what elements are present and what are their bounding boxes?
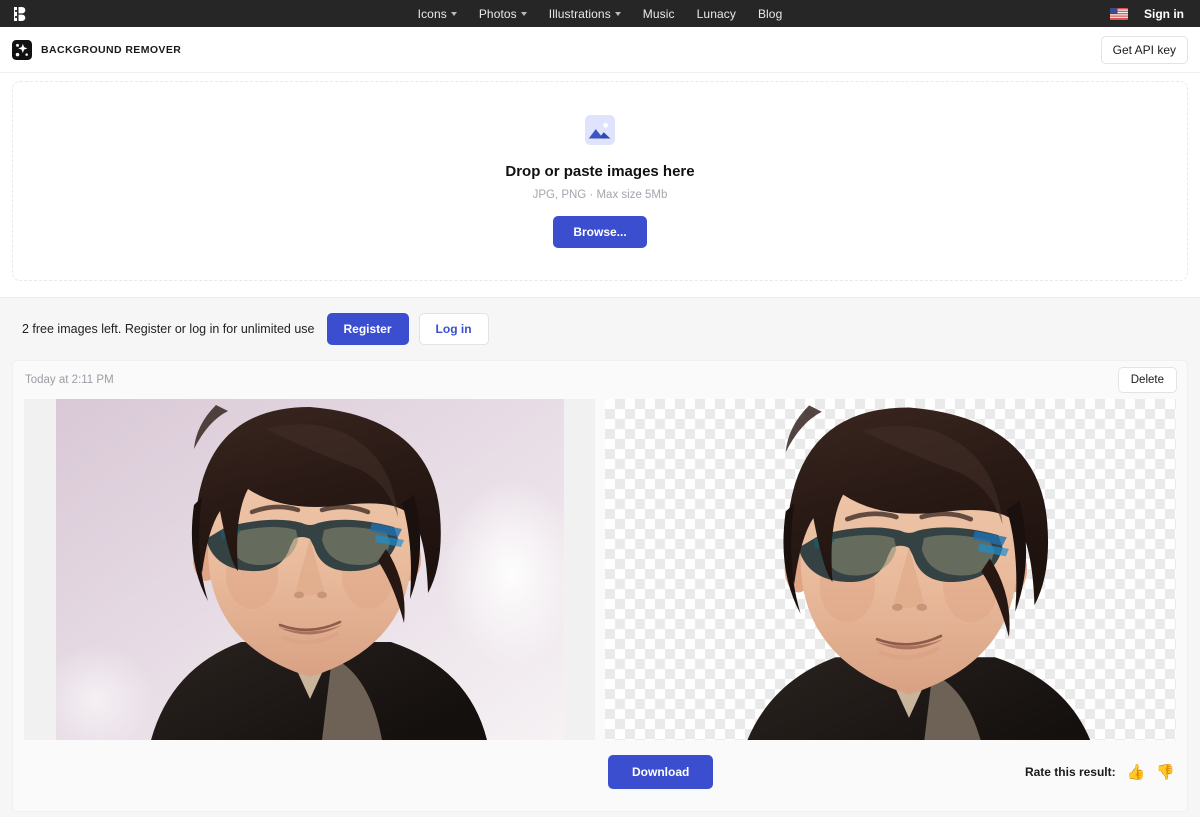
original-image-pane[interactable] [24,399,595,740]
thumbs-up-icon[interactable]: 👍 [1127,765,1146,780]
brand[interactable]: BACKGROUND REMOVER [12,39,182,60]
rate-result: Rate this result: 👍 👎 [1025,765,1175,780]
nav-item-music[interactable]: Music [643,7,675,21]
free-quota-bar: 2 free images left. Register or log in f… [12,298,1188,360]
global-nav: Icons Photos Illustrations Music Lunacy … [0,7,1200,21]
topbar-right: Sign in [1110,7,1200,21]
chevron-down-icon [614,11,621,16]
delete-button[interactable]: Delete [1117,367,1177,393]
sign-in-link[interactable]: Sign in [1144,7,1184,21]
nav-label: Illustrations [548,6,611,21]
portrait-photo-original [56,399,564,740]
chevron-down-icon [520,11,527,16]
thumbs-down-icon[interactable]: 👎 [1156,765,1175,780]
nav-label: Lunacy [696,6,736,21]
nav-label: Photos [478,6,517,21]
result-card: Today at 2:11 PM Delete Download Rate th… [12,360,1188,812]
nav-label: Icons [417,6,447,21]
dropzone-section: Drop or paste images here JPG, PNG · Max… [0,73,1200,297]
image-placeholder-icon [585,114,615,145]
results-section: 2 free images left. Register or log in f… [0,297,1200,817]
nav-label: Blog [757,6,783,21]
image-dropzone[interactable]: Drop or paste images here JPG, PNG · Max… [12,81,1188,281]
chevron-down-icon [450,11,457,16]
browse-button[interactable]: Browse... [553,215,647,248]
background-remover-logo-icon [12,39,32,60]
us-flag-icon[interactable] [1110,7,1128,20]
log-in-button[interactable]: Log in [418,313,489,345]
nav-item-illustrations[interactable]: Illustrations [549,7,621,21]
rate-label: Rate this result: [1024,765,1116,779]
register-button[interactable]: Register [326,313,409,345]
nav-item-photos[interactable]: Photos [479,7,527,21]
dropzone-title: Drop or paste images here [505,162,695,180]
nav-item-blog[interactable]: Blog [758,7,782,21]
app-header: BACKGROUND REMOVER Get API key [0,27,1200,73]
result-image-pane[interactable] [605,399,1176,740]
nav-item-lunacy[interactable]: Lunacy [697,7,736,21]
download-button[interactable]: Download [608,755,714,789]
result-card-footer: Download Rate this result: 👍 👎 [13,742,1187,802]
result-timestamp: Today at 2:11 PM [25,374,114,386]
dropzone-subtitle: JPG, PNG · Max size 5Mb [532,188,668,201]
result-card-header: Today at 2:11 PM Delete [13,361,1187,399]
free-quota-text: 2 free images left. Register or log in f… [22,322,315,336]
nav-label: Music [642,6,675,21]
global-topbar: Icons Photos Illustrations Music Lunacy … [0,0,1200,27]
nav-item-icons[interactable]: Icons [418,7,457,21]
portrait-photo-cutout [747,405,1091,740]
get-api-key-button[interactable]: Get API key [1100,35,1188,64]
brand-name: BACKGROUND REMOVER [41,43,182,56]
image-comparison [13,399,1187,740]
result-photo [605,399,1145,740]
original-photo [56,399,564,740]
